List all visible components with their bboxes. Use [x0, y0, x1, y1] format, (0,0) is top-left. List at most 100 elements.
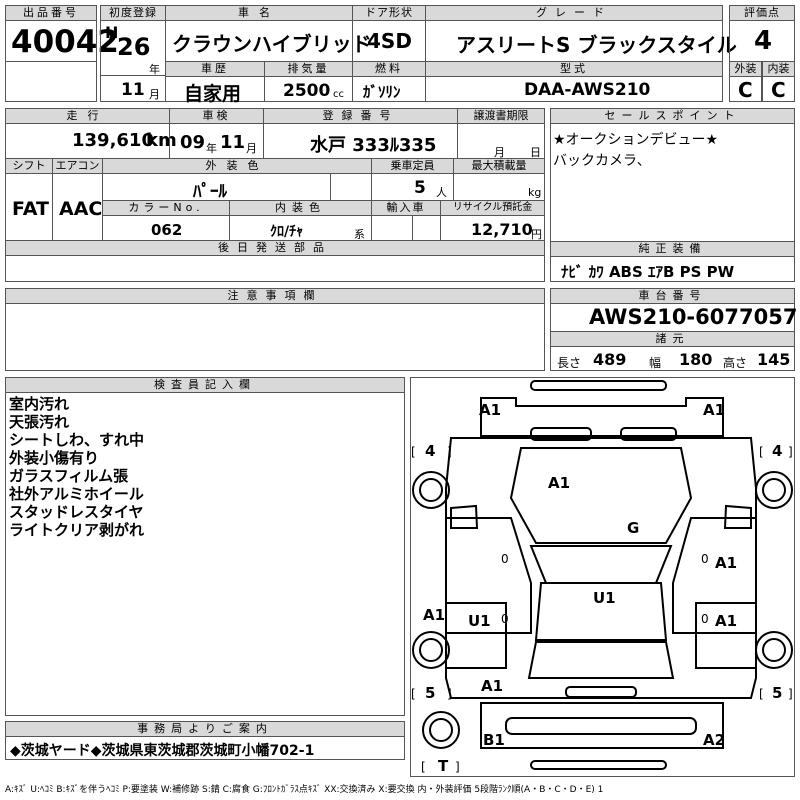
inspector-line: ガラスフィルム張 [9, 467, 129, 485]
fuel: ｶﾞｿﾘﾝ [363, 83, 401, 101]
equipment: ﾅﾋﾞ ｶﾜ ABS ｴｱB PS PW [561, 263, 735, 281]
inspector-line: スタッドレスタイヤ [9, 503, 144, 521]
specs-label: 諸元 [550, 331, 795, 347]
interior-color: ｸﾛ/ﾁｬ [270, 224, 304, 240]
color-no-box: 062 [102, 215, 230, 241]
color-no: 062 [151, 221, 183, 239]
mark-roof: U1 [593, 589, 616, 607]
load-unit: kg [528, 186, 542, 199]
transfer-label: 譲渡書期限 [457, 108, 545, 124]
width: 180 [679, 350, 713, 369]
capacity: 5 [414, 178, 426, 198]
car-diagram: A1 A1 A1 G A1 A1 U1 U1 A1 A1 B1 A2 4 4 5… [410, 377, 795, 777]
ext-label: 外装 [729, 61, 762, 77]
interior-color-box: ｸﾛ/ﾁｬ 系 [229, 215, 372, 241]
inspector-line: 外装小傷有り [9, 449, 100, 467]
score-label: 評価点 [729, 5, 795, 21]
mark-windshield: G [627, 519, 639, 537]
door-type: 4SD [367, 29, 412, 53]
svg-text:]: ] [455, 760, 460, 774]
later-parts-box [5, 255, 545, 282]
ac-label: エアコン [52, 158, 103, 174]
svg-text:]: ] [447, 445, 452, 459]
recycle: 12,710 [471, 220, 533, 239]
length-label: 長さ [557, 356, 582, 370]
sales-label: セールスポイント [550, 108, 795, 124]
height-label: 高さ [723, 356, 748, 370]
shift-box: FAT [5, 173, 53, 241]
score: 4 [754, 26, 773, 56]
tire-rl: 5 [425, 684, 435, 702]
disp-box: 2500 cc [264, 76, 353, 102]
door-mark: 0 [701, 552, 709, 566]
door-mark: 0 [701, 612, 709, 626]
sales-line: バックカメラ、 [553, 153, 651, 169]
disp-unit: cc [333, 89, 344, 100]
mark-rear-bumper-right: A2 [703, 731, 725, 749]
mark-fender-right: A1 [715, 554, 737, 572]
mark-door-rear-left: U1 [468, 612, 491, 630]
grade: アスリートS ブラックスタイル [456, 33, 737, 57]
specs-box: 長さ 489 幅 180 高さ 145 [550, 346, 795, 371]
svg-text:]: ] [788, 687, 793, 701]
door-box: 4SD [352, 20, 426, 62]
ac: AAC [59, 198, 103, 220]
reg-label: 登録番号 [263, 108, 458, 124]
ext-grade: C [738, 78, 753, 102]
reg-number: 水戸 333ﾙ335 [310, 135, 437, 156]
notes-box [5, 303, 545, 371]
int-box: C [762, 76, 795, 102]
model-label: 型式 [425, 61, 723, 77]
reg-month: 11 [121, 80, 145, 100]
inspector-box: 室内汚れ 天張汚れ シートしわ、すれ中 外装小傷有り ガラスフィルム張 社外アル… [5, 392, 405, 716]
int-grade: C [771, 78, 786, 102]
lot-box: 40042 [5, 20, 119, 62]
color-label: 外装色 [102, 158, 372, 174]
door-mark: 0 [501, 552, 509, 566]
load-label: 最大積載量 [453, 158, 545, 174]
capacity-box: 5 人 [371, 173, 454, 201]
equipment-label: 純正装備 [550, 241, 795, 257]
model-box: DAA-AWS210 [425, 76, 723, 102]
car-outline: A1 A1 A1 G A1 A1 U1 U1 A1 A1 B1 A2 4 4 5… [411, 380, 793, 775]
disp-label: 排気量 [264, 61, 353, 77]
tire-spare: T [438, 757, 449, 775]
grade-box: アスリートS ブラックスタイル [425, 20, 737, 62]
inspection-box: 09 年 11 月 [169, 123, 264, 159]
grade-label: グレード [425, 5, 723, 21]
tire-fl: 4 [425, 442, 435, 460]
insp-month: 11 [220, 132, 246, 153]
inspector-line: 天張汚れ [9, 413, 70, 431]
svg-text:[: [ [421, 760, 426, 774]
svg-text:[: [ [759, 687, 764, 701]
model: DAA-AWS210 [524, 80, 651, 100]
insp-month-unit: 月 [246, 142, 257, 155]
sales-box: ★オークションデビュー★ バックカメラ、 [550, 123, 795, 242]
mark-front-left: A1 [479, 401, 501, 419]
color-no-label: カラーNo. [102, 200, 230, 216]
fuel-box: ｶﾞｿﾘﾝ [352, 76, 426, 102]
mark-front-right: A1 [703, 401, 725, 419]
svg-text:[: [ [411, 687, 416, 701]
mark-door-rear-right: A1 [715, 612, 737, 630]
sales-line: ★オークションデビュー★ [553, 132, 719, 148]
notes-label: 注意事項欄 [5, 288, 545, 304]
mark-door-front-left: A1 [423, 606, 445, 624]
legend: A:ｷｽﾞ U:ﾍｺﾐ B:ｷｽﾞを伴うﾍｺﾐ P:要塗装 W:補修跡 S:錆 … [5, 785, 604, 795]
office-notice: ◆茨城ヤード◆茨城県東茨城郡茨城町小幡702-1 [10, 743, 315, 759]
mileage-label: 走行 [5, 108, 170, 124]
reg-box: 水戸 333ﾙ335 [263, 123, 458, 159]
recycle-label: リサイクル預託金 [440, 200, 545, 216]
inspector-line: 社外アルミホイール [9, 485, 144, 503]
mark-rear-left: A1 [481, 677, 503, 695]
mileage-box: 139,610 km [5, 123, 177, 159]
reg-year: 26 [117, 33, 151, 61]
inspection-label: 車検 [169, 108, 264, 124]
mark-rear-bumper-left: B1 [483, 731, 505, 749]
svg-text:[: [ [759, 445, 764, 459]
capacity-unit: 人 [436, 186, 447, 199]
door-label: ドア形状 [352, 5, 426, 21]
first-reg-label: 初度登録 [100, 5, 166, 21]
history-label: 車歴 [165, 61, 265, 77]
length: 489 [593, 350, 627, 369]
